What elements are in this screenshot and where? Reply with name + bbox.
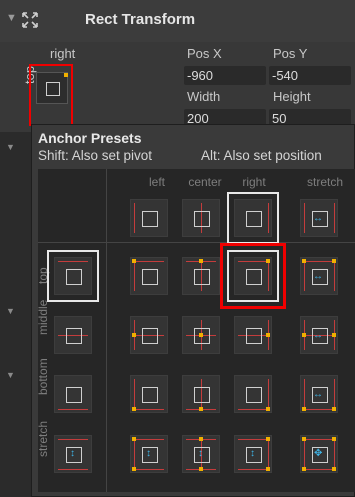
stretch-arrow-icon: ↕ — [70, 448, 75, 459]
preset-bottom-center[interactable] — [182, 375, 220, 413]
pos-y-label: Pos Y — [273, 46, 308, 61]
selected-column-highlight — [227, 192, 279, 244]
column-header-right: right — [242, 175, 266, 189]
popup-title: Anchor Presets — [38, 130, 142, 146]
column-header-center: center — [188, 175, 222, 189]
preset-stretch-stretch[interactable]: ✥ — [300, 435, 338, 473]
stretch-arrow-icon: ✥ — [314, 448, 323, 459]
anchor-preset-grid: left center right stretch top middle bot… — [36, 169, 355, 492]
component-header[interactable]: ▼ Rect Transform — [0, 0, 355, 42]
selected-row-highlight — [47, 250, 99, 302]
anchor-preview — [36, 72, 68, 104]
anchor-rect-icon — [46, 82, 60, 96]
preset-middle-left[interactable] — [130, 316, 168, 354]
column-header-left: left — [148, 175, 165, 189]
preset-bottom-none[interactable] — [54, 375, 92, 413]
anchor-pivot-icon — [64, 73, 68, 77]
divider — [38, 242, 355, 243]
stretch-arrow-icon: ↕ — [198, 448, 203, 459]
annotation-highlight — [220, 243, 286, 309]
fold-arrow-icon[interactable]: ▼ — [6, 142, 15, 152]
rect-transform-icon — [22, 12, 38, 28]
stretch-arrow-icon: ↕ — [250, 448, 255, 459]
preset-stretch-left[interactable]: ↕ — [130, 435, 168, 473]
anchor-presets-popup: Anchor Presets Shift: Also set pivot Alt… — [31, 124, 355, 497]
preset-stretch-right[interactable]: ↕ — [234, 435, 272, 473]
row-header-middle: middle — [36, 299, 50, 335]
preset-middle-none[interactable] — [54, 316, 92, 354]
pos-x-label: Pos X — [187, 46, 222, 61]
row-header-bottom: bottom — [36, 358, 50, 395]
stretch-arrow-icon: ↔ — [313, 213, 323, 224]
fold-arrow-icon[interactable]: ▼ — [6, 306, 15, 316]
shift-hint: Shift: Also set pivot — [38, 148, 153, 163]
width-label: Width — [187, 89, 221, 104]
preset-bottom-right[interactable] — [234, 375, 272, 413]
preset-none-left[interactable] — [130, 199, 168, 237]
height-label: Height — [273, 89, 311, 104]
component-title: Rect Transform — [85, 11, 196, 28]
preset-none-center[interactable] — [182, 199, 220, 237]
stretch-arrow-icon: ↔ — [313, 271, 323, 282]
fold-arrow-icon[interactable]: ▼ — [6, 12, 17, 24]
preset-middle-center[interactable] — [182, 316, 220, 354]
preset-bottom-left[interactable] — [130, 375, 168, 413]
row-header-stretch: stretch — [36, 420, 50, 457]
preset-top-stretch[interactable]: ↔ — [300, 257, 338, 295]
preset-stretch-none[interactable]: ↕ — [54, 435, 92, 473]
divider — [106, 169, 107, 492]
pos-y-field[interactable]: -540 — [269, 66, 351, 85]
preset-none-stretch[interactable]: ↔ — [300, 199, 338, 237]
stretch-arrow-icon: ↔ — [313, 330, 323, 341]
pos-x-field[interactable]: -960 — [184, 66, 266, 85]
column-header-stretch: stretch — [306, 175, 343, 189]
preset-middle-stretch[interactable]: ↔ — [300, 316, 338, 354]
stretch-arrow-icon: ↔ — [313, 389, 323, 400]
alt-hint: Alt: Also set position — [201, 148, 322, 163]
preset-top-left[interactable] — [130, 257, 168, 295]
preset-bottom-stretch[interactable]: ↔ — [300, 375, 338, 413]
preset-stretch-center[interactable]: ↕ — [182, 435, 220, 473]
anchor-presets-button[interactable] — [29, 64, 73, 126]
fold-arrow-icon[interactable]: ▼ — [6, 370, 15, 380]
preset-middle-right[interactable] — [234, 316, 272, 354]
preset-top-center[interactable] — [182, 257, 220, 295]
anchor-horizontal-label: right — [50, 46, 76, 61]
stretch-arrow-icon: ↕ — [146, 448, 151, 459]
